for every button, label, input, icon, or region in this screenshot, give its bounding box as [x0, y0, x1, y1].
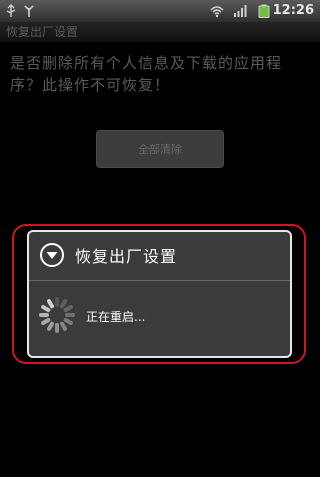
usb-icon [6, 4, 16, 17]
dialog-divider [29, 280, 290, 281]
dialog-title: 恢复出厂设置 [75, 247, 178, 266]
chevron-down-circle-icon [40, 243, 64, 267]
battery-icon [258, 4, 270, 18]
status-bar: 12:26 [0, 0, 320, 22]
wifi-icon [210, 6, 224, 18]
dialog-message: 正在重启... [86, 310, 146, 324]
erase-all-button[interactable]: 全部清除 [96, 130, 224, 168]
app-title: 恢复出厂设置 [6, 25, 79, 39]
warning-message: 是否删除所有个人信息及下载的应用程序？此操作不可恢复！ [10, 54, 283, 94]
antenna-icon [24, 5, 34, 17]
loading-spinner-icon [39, 297, 75, 333]
signal-icon [234, 5, 247, 17]
progress-dialog: 恢复出厂设置 正在重启... [27, 230, 292, 358]
status-time: 12:26 [272, 3, 314, 18]
